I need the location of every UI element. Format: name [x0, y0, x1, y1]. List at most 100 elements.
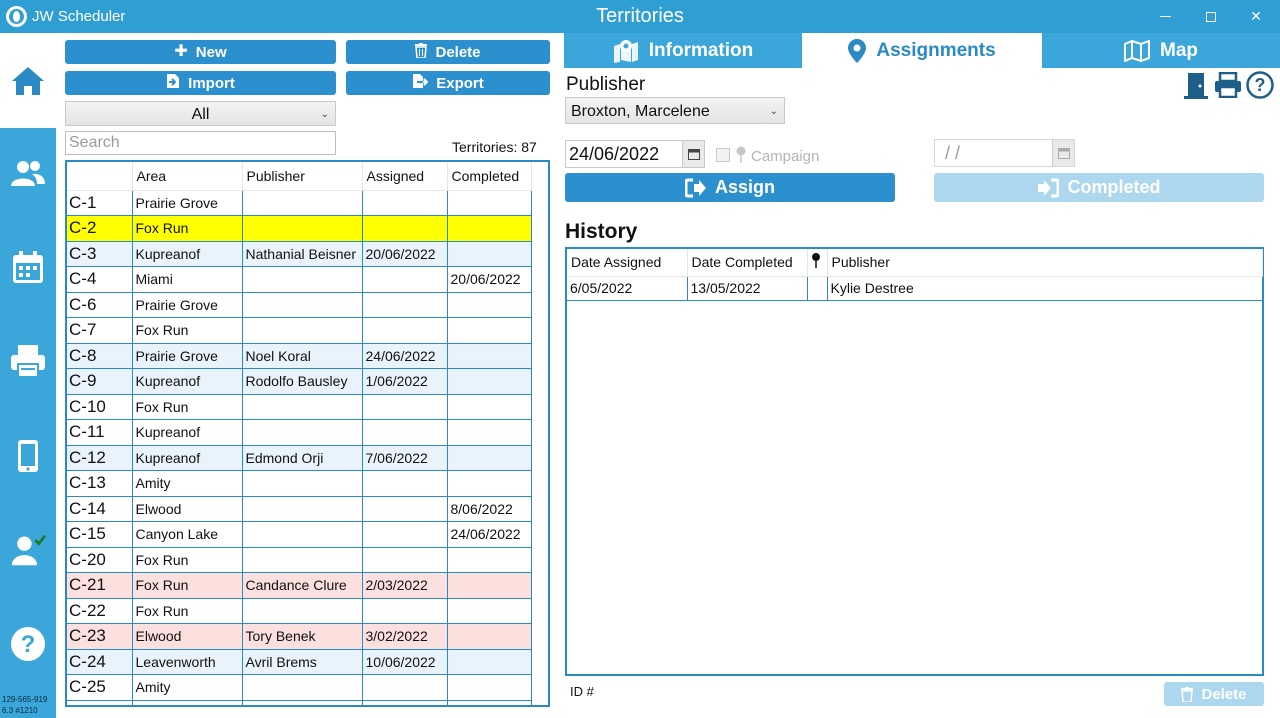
table-row[interactable]: C-8 Prairie Grove Noel Koral 24/06/2022 — [67, 343, 532, 369]
date-completed-field[interactable]: / / — [934, 139, 1075, 167]
territory-assigned: 7/06/2022 — [362, 445, 448, 471]
territory-assigned — [362, 394, 448, 420]
tab-assignments[interactable]: Assignments — [802, 33, 1042, 68]
export-button[interactable]: Export — [346, 71, 550, 95]
table-row[interactable]: C-2 Fox Run — [67, 215, 532, 242]
territory-publisher — [242, 266, 363, 293]
territory-id: C-23 — [67, 623, 133, 650]
table-row[interactable]: C-21 Fox Run Candance Clure 2/03/2022 — [67, 572, 532, 599]
table-row[interactable]: C-11 Kupreanof — [67, 419, 532, 446]
territory-area: Amity — [132, 674, 243, 701]
title-bar: JW Scheduler Territories ✕ — [0, 0, 1280, 33]
territory-id: C-2 — [67, 215, 133, 242]
column-header-publisher[interactable]: Publisher — [242, 162, 363, 191]
column-header-area[interactable]: Area — [132, 162, 243, 191]
sidebar-item-territory-assign[interactable] — [10, 532, 46, 568]
date-assigned-field[interactable]: 24/06/2022 — [565, 140, 705, 168]
date-assigned-calendar-button[interactable] — [682, 141, 704, 167]
table-row[interactable]: C-26 — [67, 700, 532, 705]
campaign-checkbox[interactable] — [716, 148, 730, 162]
column-header-date-assigned[interactable]: Date Assigned — [567, 249, 688, 277]
tab-information-label: Information — [648, 39, 754, 61]
minimize-icon — [1159, 16, 1171, 17]
column-header-date-completed[interactable]: Date Completed — [687, 249, 808, 277]
territory-count-value: 87 — [521, 139, 537, 155]
build-id: 129-565-919 — [2, 695, 48, 704]
history-date-assigned: 6/05/2022 — [567, 276, 688, 301]
territory-assigned — [362, 215, 448, 242]
sidebar-item-schedule[interactable] — [10, 249, 46, 285]
territory-id: C-21 — [67, 572, 133, 599]
column-header-publisher[interactable]: Publisher — [827, 249, 1263, 277]
people-icon — [11, 161, 45, 186]
delete-history-button[interactable]: Delete — [1164, 682, 1264, 706]
filter-select-value: All — [191, 106, 210, 123]
territory-area: Kupreanof — [132, 368, 243, 395]
window-title: Territories — [596, 5, 684, 27]
table-row[interactable]: C-7 Fox Run — [67, 317, 532, 344]
sidebar-item-help[interactable]: ? — [10, 626, 46, 662]
column-header-assigned[interactable]: Assigned — [362, 162, 448, 191]
territory-area: Leavenworth — [132, 649, 243, 675]
table-row[interactable]: C-24 Leavenworth Avril Brems 10/06/2022 — [67, 649, 532, 675]
calendar-icon — [687, 149, 700, 160]
column-header-id[interactable] — [67, 162, 133, 191]
territory-area: Miami — [132, 266, 243, 293]
completed-button[interactable]: Completed — [934, 173, 1264, 202]
column-header-completed[interactable]: Completed — [447, 162, 532, 191]
table-row[interactable]: C-10 Fox Run — [67, 394, 532, 420]
table-row[interactable]: C-14 Elwood 8/06/2022 — [67, 496, 532, 522]
territory-area: Canyon Lake — [132, 521, 243, 548]
minimize-button[interactable] — [1142, 0, 1188, 33]
table-row[interactable]: C-22 Fox Run — [67, 598, 532, 624]
territory-area: Prairie Grove — [132, 190, 243, 216]
sidebar-item-print[interactable] — [10, 343, 46, 379]
tab-strip: Information Assignments Map — [564, 33, 1280, 68]
sidebar-item-mobile[interactable] — [10, 438, 46, 474]
table-row[interactable]: C-15 Canyon Lake 24/06/2022 — [67, 521, 532, 548]
table-row[interactable]: C-25 Amity — [67, 674, 532, 701]
search-input[interactable] — [65, 131, 336, 155]
maximize-button[interactable] — [1188, 0, 1234, 33]
territory-area: Kupreanof — [132, 241, 243, 267]
table-row[interactable]: C-3 Kupreanof Nathanial Beisner 20/06/2022 — [67, 241, 532, 267]
delete-button[interactable]: Delete — [346, 40, 550, 64]
table-row[interactable]: C-20 Fox Run — [67, 547, 532, 573]
territory-id: C-14 — [67, 496, 133, 522]
table-row[interactable]: C-1 Prairie Grove — [67, 190, 532, 216]
printer-icon — [11, 345, 45, 378]
column-header-campaign[interactable] — [807, 249, 828, 277]
table-row[interactable]: C-13 Amity — [67, 470, 532, 497]
date-completed-calendar-button[interactable] — [1052, 140, 1074, 166]
import-button[interactable]: Import — [65, 71, 336, 95]
history-row[interactable]: 6/05/2022 13/05/2022 Kylie Destree — [567, 276, 1263, 301]
tab-map[interactable]: Map — [1042, 33, 1280, 68]
table-row[interactable]: C-6 Prairie Grove — [67, 292, 532, 318]
delete-button-label: Delete — [435, 43, 481, 61]
door-button[interactable] — [1181, 70, 1211, 100]
close-button[interactable]: ✕ — [1233, 0, 1279, 33]
import-button-label: Import — [188, 74, 235, 92]
trash-icon — [1181, 686, 1194, 702]
territory-publisher — [242, 598, 363, 624]
history-campaign — [807, 276, 828, 301]
table-row[interactable]: C-4 Miami 20/06/2022 — [67, 266, 532, 293]
territory-completed — [447, 649, 532, 675]
assign-button[interactable]: Assign — [565, 173, 895, 202]
territory-assigned — [362, 190, 448, 216]
table-row[interactable]: C-12 Kupreanof Edmond Orji 7/06/2022 — [67, 445, 532, 471]
territory-publisher: Noel Koral — [242, 343, 363, 369]
new-button[interactable]: ✚ New — [65, 40, 336, 64]
help-button[interactable]: ? — [1245, 70, 1275, 100]
sidebar-item-home[interactable] — [10, 63, 46, 99]
filter-select[interactable]: All ⌄ — [65, 101, 336, 126]
territory-area — [132, 700, 243, 705]
print-button[interactable] — [1213, 70, 1243, 100]
territory-area: Kupreanof — [132, 419, 243, 446]
table-row[interactable]: C-9 Kupreanof Rodolfo Bausley 1/06/2022 — [67, 368, 532, 395]
publisher-select[interactable]: Broxton, Marcelene ⌄ — [565, 97, 785, 124]
territory-assigned — [362, 598, 448, 624]
table-row[interactable]: C-23 Elwood Tory Benek 3/02/2022 — [67, 623, 532, 650]
tab-information[interactable]: Information — [564, 33, 802, 68]
sidebar-item-publishers[interactable] — [10, 155, 46, 191]
